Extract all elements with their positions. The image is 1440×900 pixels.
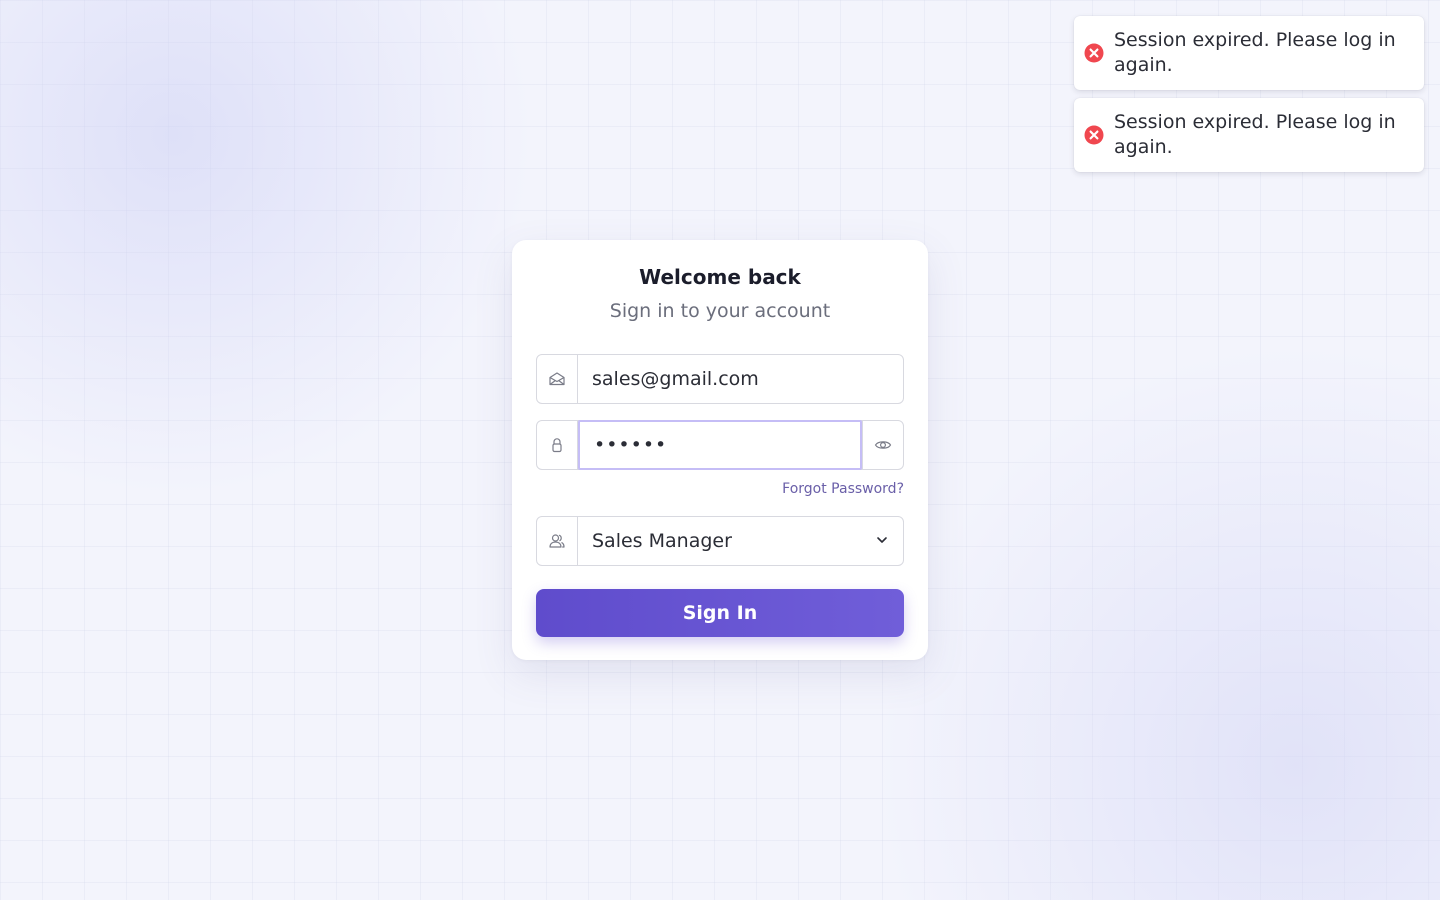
toast-container: Session expired. Please log in again. Se… [1074,16,1424,172]
envelope-icon [537,355,578,403]
users-icon [537,517,578,565]
show-password-button[interactable] [862,421,903,469]
eye-icon [874,441,892,449]
forgot-password-link[interactable]: Forgot Password? [536,480,904,498]
login-subtitle: Sign in to your account [609,300,831,322]
error-toast[interactable]: Session expired. Please log in again. [1074,16,1424,90]
sign-in-button[interactable]: Sign In [536,589,904,637]
error-toast[interactable]: Session expired. Please log in again. [1074,98,1424,172]
password-input[interactable] [578,420,862,470]
error-circle-icon [1084,125,1104,145]
role-select-value: Sales Manager [592,530,732,552]
login-card: Welcome back Sign in to your account sal… [512,240,928,660]
password-field-group [536,420,904,470]
toast-message: Session expired. Please log in again. [1114,28,1396,76]
lock-icon [537,421,578,469]
email-input[interactable] [578,355,903,403]
role-select[interactable]: Sales Manager [578,517,903,565]
role-field-group: Sales Manager [536,516,904,566]
error-circle-icon [1084,43,1104,63]
email-field-group [536,354,904,404]
toast-message: Session expired. Please log in again. [1114,110,1396,158]
login-title: Welcome back [639,265,801,289]
chevron-down-icon [875,530,889,552]
